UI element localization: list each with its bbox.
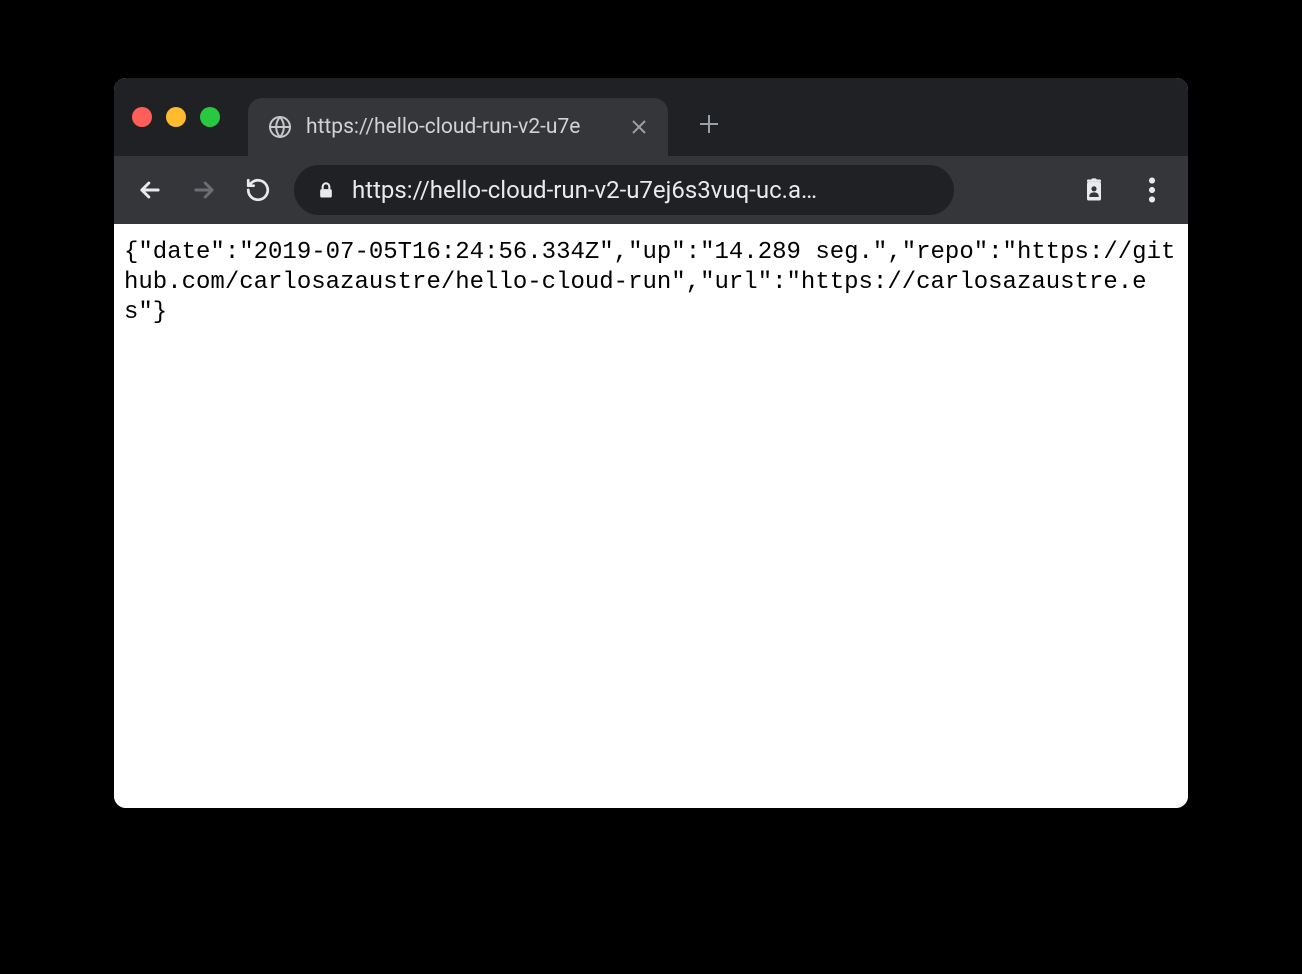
- page-content: {"date":"2019-07-05T16:24:56.334Z","up":…: [114, 224, 1188, 808]
- browser-window: https://hello-cloud-run-v2-u7e: [114, 78, 1188, 808]
- tab-title: https://hello-cloud-run-v2-u7e: [306, 115, 610, 139]
- window-controls: [132, 107, 220, 127]
- lock-icon: [316, 180, 336, 200]
- back-button[interactable]: [132, 172, 168, 208]
- address-bar[interactable]: https://hello-cloud-run-v2-u7ej6s3vuq-uc…: [294, 165, 954, 215]
- toolbar: https://hello-cloud-run-v2-u7ej6s3vuq-uc…: [114, 156, 1188, 224]
- browser-tab[interactable]: https://hello-cloud-run-v2-u7e: [248, 98, 668, 156]
- globe-icon: [268, 115, 292, 139]
- reload-button[interactable]: [240, 172, 276, 208]
- minimize-window-button[interactable]: [166, 107, 186, 127]
- tab-strip: https://hello-cloud-run-v2-u7e: [114, 78, 1188, 156]
- url-text: https://hello-cloud-run-v2-u7ej6s3vuq-uc…: [352, 176, 817, 204]
- new-tab-button[interactable]: [698, 113, 734, 135]
- response-body: {"date":"2019-07-05T16:24:56.334Z","up":…: [124, 238, 1178, 328]
- profile-button[interactable]: [1076, 172, 1112, 208]
- menu-button[interactable]: [1134, 172, 1170, 208]
- maximize-window-button[interactable]: [200, 107, 220, 127]
- close-tab-button[interactable]: [624, 114, 654, 140]
- forward-button[interactable]: [186, 172, 222, 208]
- close-window-button[interactable]: [132, 107, 152, 127]
